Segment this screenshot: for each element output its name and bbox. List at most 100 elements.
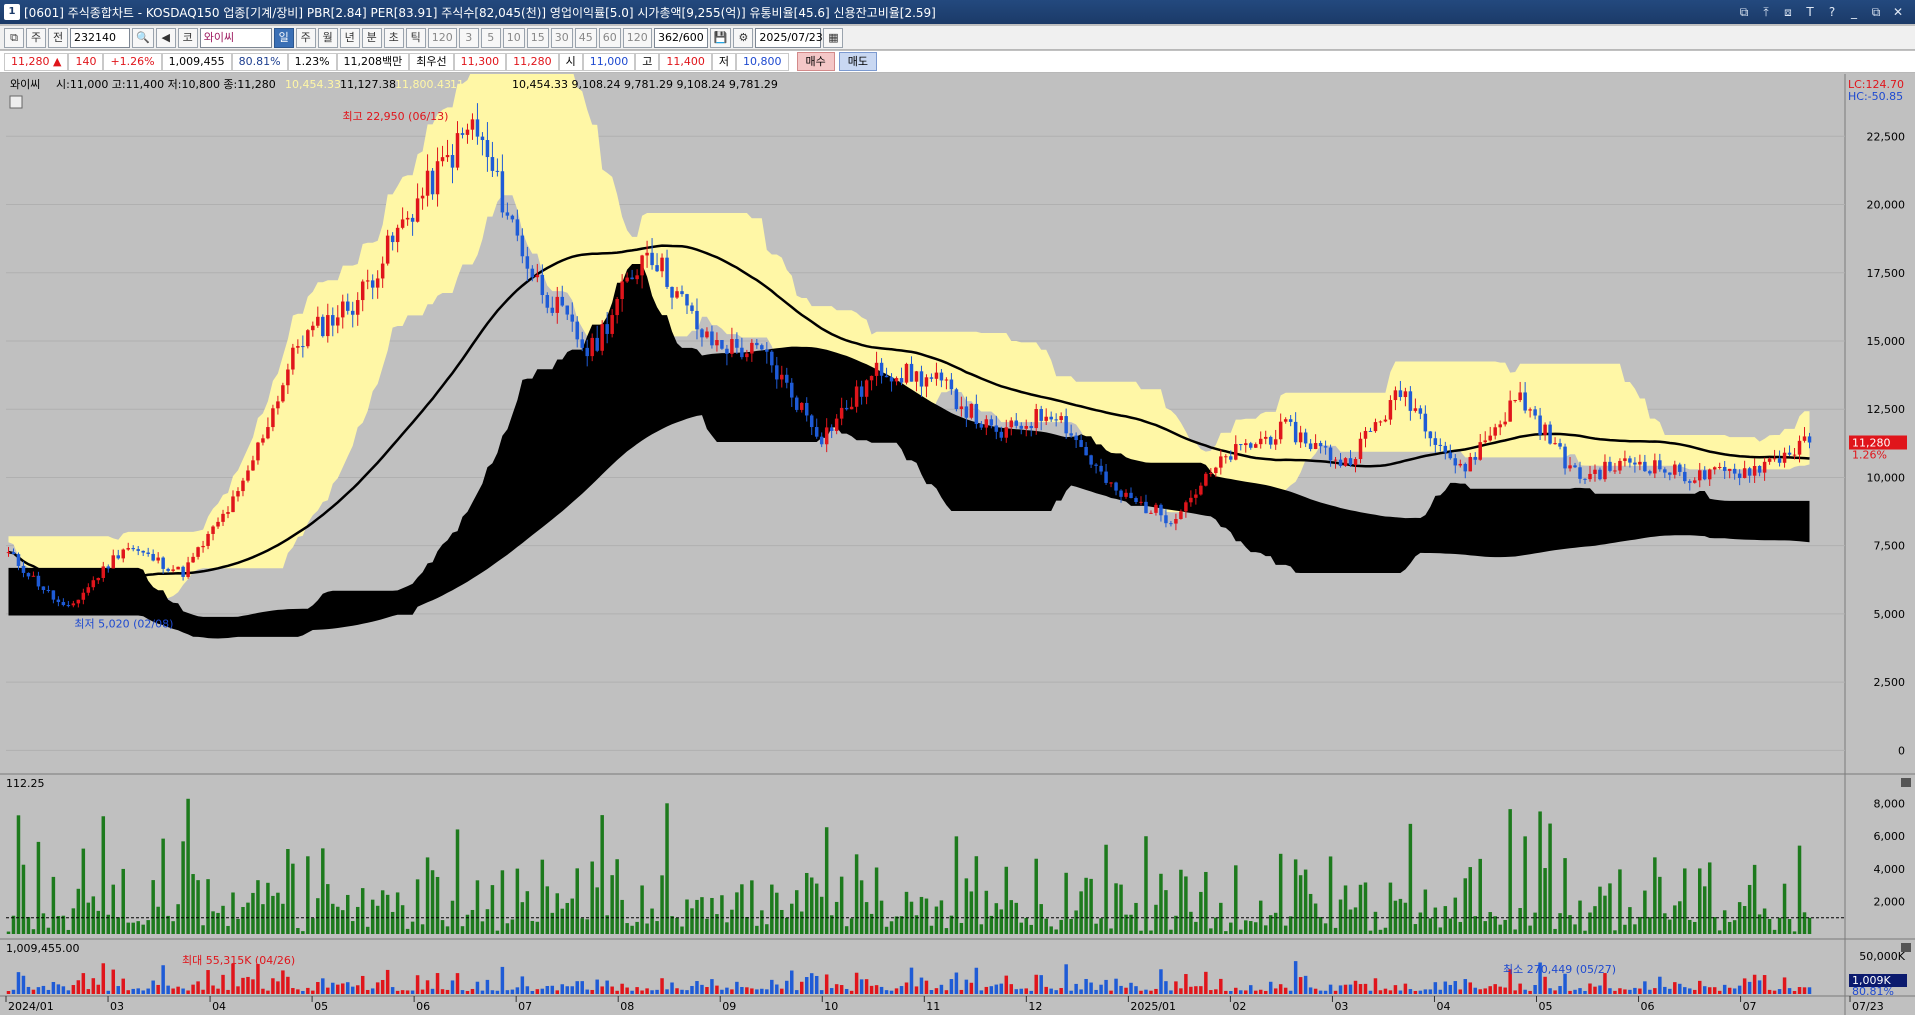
- volume-bar: [715, 985, 719, 994]
- interval-5[interactable]: 5: [480, 27, 501, 48]
- date-input[interactable]: 2025/07/23: [755, 27, 823, 48]
- candle-body: [894, 378, 899, 382]
- candle-body: [1099, 465, 1103, 472]
- interval-120a[interactable]: 120: [427, 27, 457, 48]
- price-tick-label: 22,500: [1867, 130, 1906, 143]
- volume-bar: [610, 986, 614, 994]
- interval-120b[interactable]: 120: [622, 27, 652, 48]
- speaker-icon[interactable]: ◀: [155, 27, 176, 48]
- indicator-bar: [1154, 904, 1158, 934]
- search-icon[interactable]: 🔍: [132, 27, 154, 48]
- market-select[interactable]: 주: [26, 27, 46, 48]
- volume-bar: [490, 990, 495, 994]
- candle-body: [1024, 425, 1028, 429]
- bar-count-input[interactable]: 362/600: [653, 27, 708, 48]
- indicator-bar: [1308, 893, 1313, 934]
- minimize-icon[interactable]: _: [1845, 3, 1863, 21]
- volume-bar: [790, 970, 794, 994]
- period-tick[interactable]: 틱: [405, 27, 426, 48]
- volume-bar: [1258, 989, 1263, 994]
- volume-bar: [101, 963, 106, 994]
- interval-3[interactable]: 3: [458, 27, 479, 48]
- indicator-panel-max-icon[interactable]: [1901, 778, 1911, 787]
- calendar-icon[interactable]: ▦: [823, 27, 844, 48]
- volume-bar: [1533, 985, 1537, 994]
- volume-bar: [685, 990, 689, 994]
- stock-code-input[interactable]: 232140: [70, 27, 130, 48]
- volume-bar: [1338, 985, 1343, 994]
- candle-body: [206, 533, 210, 546]
- restore-icon[interactable]: ⧉: [1867, 3, 1885, 21]
- period-second[interactable]: 초: [383, 27, 404, 48]
- volume-bar: [1493, 984, 1497, 994]
- candle-body: [1348, 458, 1353, 466]
- indicator-bar: [1488, 912, 1492, 934]
- period-week[interactable]: 주: [295, 27, 316, 48]
- volume-bar: [291, 988, 295, 994]
- indicator-bar: [445, 926, 450, 934]
- volume-tick-label: 50,000K: [1859, 950, 1905, 963]
- stock-chart[interactable]: 0 2,500 5,000 7,500 10,000 12,500 15,000 17,500…: [0, 74, 1915, 1015]
- candle-body: [1702, 470, 1707, 480]
- pin-top-icon[interactable]: ⤒: [1757, 3, 1775, 21]
- indicator-bar: [944, 928, 949, 934]
- volume-bar: [1303, 975, 1308, 994]
- volume-bar: [1802, 987, 1807, 994]
- indicator-bar: [939, 900, 944, 934]
- candle-body: [41, 586, 46, 590]
- volume-bar: [410, 990, 415, 994]
- close-icon[interactable]: ✕: [1889, 3, 1907, 21]
- volume-bar: [276, 981, 280, 994]
- candle-body: [1518, 392, 1522, 401]
- period-year[interactable]: 년: [339, 27, 360, 48]
- candle-body: [1174, 519, 1178, 524]
- candle-body: [1029, 425, 1033, 429]
- indicator-bar: [121, 868, 125, 934]
- indicator-bar: [1343, 885, 1348, 934]
- text-icon[interactable]: T: [1801, 3, 1819, 21]
- interval-60[interactable]: 60: [598, 27, 621, 48]
- volume-bar: [1014, 989, 1019, 994]
- stock-name-field[interactable]: 와이씨: [199, 27, 272, 48]
- volume-bar: [1069, 990, 1073, 994]
- settings-icon[interactable]: ⚙: [733, 27, 754, 48]
- full-button[interactable]: 전: [48, 27, 68, 48]
- help-icon[interactable]: ?: [1823, 3, 1841, 21]
- volume-bar: [1353, 980, 1358, 994]
- interval-30[interactable]: 30: [550, 27, 573, 48]
- indicator-bar: [1209, 928, 1213, 934]
- volume-bar: [660, 978, 664, 994]
- indicator-bar: [869, 913, 874, 934]
- menu-icon[interactable]: ⧉: [4, 27, 24, 48]
- toggle-grid-icon[interactable]: [9, 95, 23, 109]
- indicator-bar: [1658, 876, 1662, 934]
- volume-panel-max-icon[interactable]: [1901, 943, 1911, 952]
- indicator-bar: [1573, 924, 1577, 934]
- volume-bar: [1189, 986, 1193, 994]
- candle-body: [944, 379, 949, 381]
- indicator-bar: [1194, 921, 1198, 934]
- interval-10[interactable]: 10: [502, 27, 525, 48]
- save-icon[interactable]: 💾: [709, 27, 732, 48]
- volume-bar: [41, 985, 46, 994]
- candle-body: [565, 305, 570, 315]
- volume-bar: [1358, 984, 1363, 994]
- period-day[interactable]: 일: [273, 27, 294, 48]
- volume-bar: [1204, 971, 1208, 994]
- candle-body: [740, 347, 744, 358]
- indicator-bar: [1643, 890, 1647, 934]
- sell-button[interactable]: 매도: [838, 52, 878, 71]
- period-month[interactable]: 월: [317, 27, 338, 48]
- interval-45[interactable]: 45: [574, 27, 597, 48]
- interval-15[interactable]: 15: [526, 27, 549, 48]
- layout-icon[interactable]: ⧈: [1779, 3, 1797, 21]
- period-minute[interactable]: 분: [361, 27, 382, 48]
- link-icon[interactable]: ⧉: [1735, 3, 1753, 21]
- indicator-bar: [430, 870, 435, 934]
- high-label: 고: [635, 52, 660, 71]
- volume-bar: [266, 990, 270, 994]
- indicator-bar: [1623, 924, 1627, 934]
- time-tick-label: 06: [1641, 1000, 1655, 1013]
- indicator-bar: [570, 898, 574, 934]
- buy-button[interactable]: 매수: [796, 52, 835, 71]
